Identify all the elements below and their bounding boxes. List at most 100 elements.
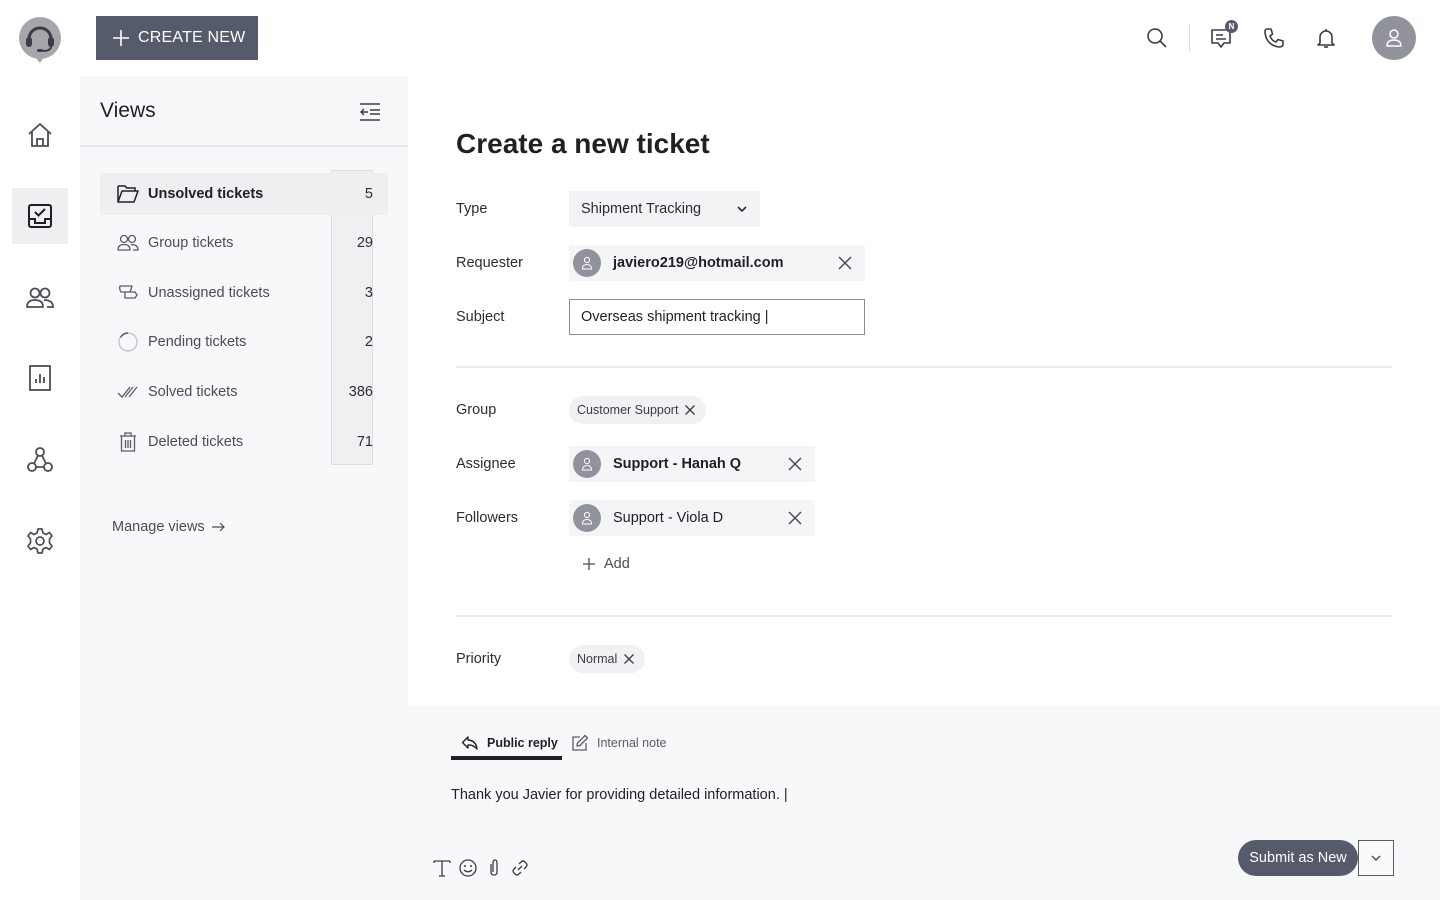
nav-home[interactable]: [12, 107, 68, 163]
view-count: 29: [356, 235, 373, 251]
person-icon: [581, 511, 593, 525]
circle-pending-icon: [118, 332, 138, 352]
reply-textarea[interactable]: Thank you Javier for providing detailed …: [451, 787, 788, 803]
plus-icon: [113, 30, 129, 46]
active-tab-indicator: [451, 756, 562, 760]
group-chip[interactable]: Customer Support: [569, 396, 707, 424]
view-label: Solved tickets: [148, 384, 238, 400]
notifications-button[interactable]: [1314, 26, 1338, 50]
views-title: Views: [100, 99, 156, 122]
remove-follower-icon[interactable]: [787, 510, 803, 526]
inbox-check-icon: [28, 204, 52, 228]
follower-value: Support - Viola D: [613, 510, 724, 526]
type-select[interactable]: Shipment Tracking: [569, 191, 760, 227]
nav-customers[interactable]: [12, 270, 68, 326]
view-unassigned-tickets[interactable]: Unassigned tickets 3: [100, 272, 388, 314]
emoji-icon[interactable]: [458, 858, 478, 878]
user-avatar-icon: [1386, 29, 1402, 47]
chat-button[interactable]: N: [1210, 20, 1238, 50]
bell-icon: [1317, 29, 1335, 48]
collapse-views-button[interactable]: [358, 102, 382, 122]
header-actions: N: [1145, 16, 1416, 60]
requester-value: javiero219@hotmail.com: [613, 255, 784, 271]
folder-open-icon: [117, 185, 139, 203]
nav-settings[interactable]: [12, 513, 68, 569]
users-icon: [26, 287, 54, 308]
priority-chip[interactable]: Normal: [569, 645, 646, 673]
requester-avatar: [573, 249, 601, 277]
subject-label: Subject: [456, 309, 505, 325]
submit-options-dropdown[interactable]: [1358, 840, 1394, 876]
view-count: 71: [356, 434, 373, 450]
follower-avatar: [573, 504, 601, 532]
phone-icon: [1264, 28, 1284, 48]
form-divider: [456, 615, 1392, 617]
headset-support-icon: [19, 17, 61, 63]
view-count: 5: [364, 186, 373, 202]
reply-icon: [461, 736, 478, 750]
view-pending-tickets[interactable]: Pending tickets 2: [100, 321, 388, 363]
text-format-icon[interactable]: [432, 858, 452, 878]
attachment-icon[interactable]: [484, 858, 504, 878]
app-logo[interactable]: [18, 16, 62, 64]
remove-priority-icon[interactable]: [623, 653, 635, 665]
add-follower-label: Add: [604, 556, 630, 572]
edit-note-icon: [572, 734, 589, 751]
home-icon: [28, 123, 52, 147]
priority-label: Priority: [456, 651, 502, 667]
remove-requester-icon[interactable]: [837, 255, 853, 271]
requester-field[interactable]: javiero219@hotmail.com: [569, 245, 865, 281]
view-deleted-tickets[interactable]: Deleted tickets 71: [100, 421, 388, 463]
chevron-down-icon: [737, 206, 747, 213]
submit-as-new-button[interactable]: Submit as New: [1238, 840, 1358, 876]
nav-tickets[interactable]: [12, 188, 68, 244]
users-icon: [117, 234, 139, 251]
view-count: 386: [348, 384, 373, 400]
person-icon: [581, 457, 593, 471]
view-solved-tickets[interactable]: Solved tickets 386: [100, 371, 388, 413]
remove-group-icon[interactable]: [684, 404, 696, 416]
unassigned-icon: [119, 285, 138, 299]
tab-public-reply[interactable]: Public reply: [451, 726, 562, 760]
person-icon: [581, 256, 593, 270]
link-icon[interactable]: [510, 858, 530, 878]
chevron-down-icon: [1371, 855, 1381, 861]
group-label: Group: [456, 402, 497, 418]
type-value: Shipment Tracking: [581, 201, 702, 217]
remove-assignee-icon[interactable]: [787, 456, 803, 472]
ticket-form: Create a new ticket Type Shipment Tracki…: [408, 76, 1440, 706]
plus-icon: [583, 558, 595, 570]
create-new-button[interactable]: CREATE NEW: [96, 16, 258, 60]
priority-value: Normal: [577, 652, 618, 666]
assignee-label: Assignee: [456, 456, 516, 472]
subject-input[interactable]: [569, 299, 865, 335]
assignee-field[interactable]: Support - Hanah Q: [569, 446, 815, 482]
arrow-right-icon: [211, 522, 225, 532]
view-count: 2: [364, 334, 373, 350]
header-divider: [1189, 24, 1190, 52]
view-count: 3: [364, 285, 373, 301]
tab-internal-note[interactable]: Internal note: [571, 726, 667, 760]
page-title: Create a new ticket: [456, 128, 710, 159]
view-label: Unsolved tickets: [148, 186, 264, 202]
user-avatar[interactable]: [1372, 16, 1416, 60]
followers-label: Followers: [456, 510, 519, 526]
nav-reports[interactable]: [12, 350, 68, 406]
assignee-avatar: [573, 450, 601, 478]
view-label: Deleted tickets: [148, 434, 244, 450]
view-unsolved-tickets[interactable]: Unsolved tickets 5: [100, 173, 388, 215]
follower-field[interactable]: Support - Viola D: [569, 500, 815, 536]
main-nav-rail: [0, 80, 80, 900]
requester-label: Requester: [456, 255, 523, 271]
add-follower-button[interactable]: Add: [582, 556, 630, 572]
nav-integrations[interactable]: [12, 432, 68, 488]
views-panel-footer: [80, 706, 408, 900]
search-button[interactable]: [1145, 26, 1169, 50]
phone-button[interactable]: [1262, 26, 1286, 50]
search-icon: [1147, 28, 1167, 48]
trash-icon: [120, 432, 136, 452]
view-group-tickets[interactable]: Group tickets 29: [100, 222, 388, 264]
views-divider: [80, 145, 408, 147]
manage-views-link[interactable]: Manage views: [112, 519, 225, 535]
assignee-value: Support - Hanah Q: [613, 456, 742, 472]
